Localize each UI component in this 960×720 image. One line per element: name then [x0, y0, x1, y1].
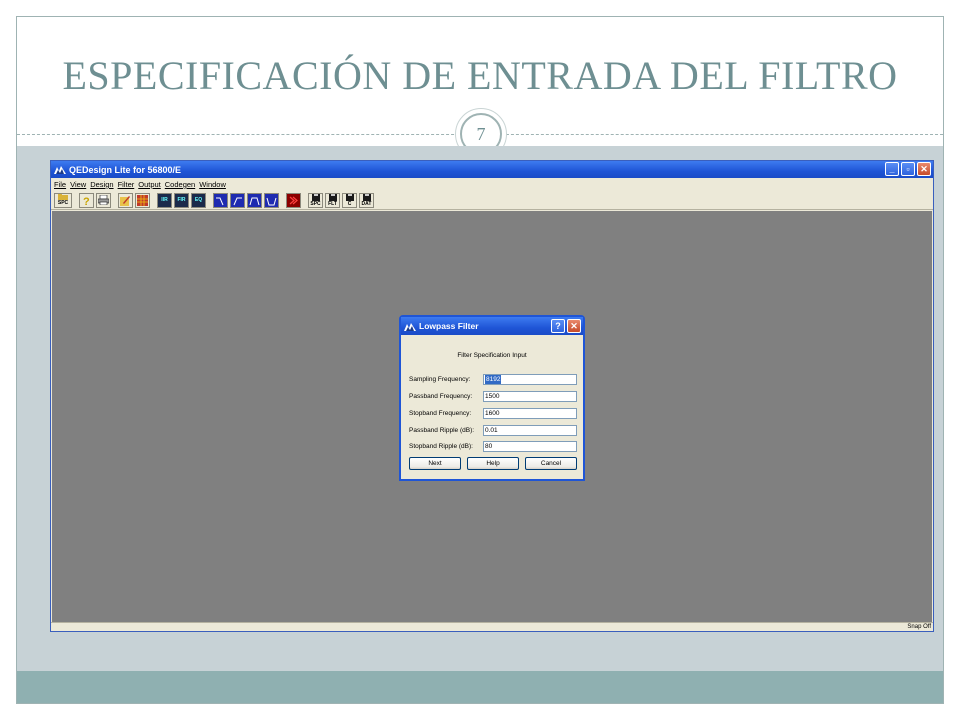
eq-button[interactable]: EQ: [191, 192, 206, 208]
save-c-button[interactable]: C: [342, 192, 357, 208]
passband-ripple-input[interactable]: 0.01: [483, 424, 577, 436]
lowpass-icon: [216, 197, 224, 205]
dialog-titlebar[interactable]: Lowpass Filter ? ✕: [401, 317, 583, 335]
bandstop-icon: [266, 197, 277, 205]
stopband-frequency-input[interactable]: 1600: [483, 407, 577, 419]
status-bar: Snap Off: [51, 622, 933, 631]
passband-ripple-row: Passband Ripple (dB): 0.01: [409, 424, 577, 436]
save-spc-button[interactable]: SPC: [308, 192, 323, 208]
dialog-help-button[interactable]: ?: [551, 319, 565, 333]
dialog-button-row: Next Help Cancel: [409, 457, 577, 470]
question-icon: ?: [555, 321, 561, 331]
stopband-frequency-label: Stopband Frequency:: [409, 409, 472, 417]
help-button[interactable]: Help: [467, 457, 519, 470]
passband-frequency-label: Passband Frequency:: [409, 392, 473, 400]
highpass-icon: [233, 197, 242, 205]
bandpass-icon: [249, 197, 260, 205]
passband-ripple-label: Passband Ripple (dB):: [409, 426, 475, 434]
spc-label: SPC: [57, 200, 69, 206]
stopband-ripple-row: Stopband Ripple (dB): 80: [409, 440, 577, 452]
disk-icon: [345, 193, 354, 201]
sampling-frequency-input[interactable]: 8192: [483, 373, 577, 385]
edit-tool-button[interactable]: [118, 192, 133, 208]
lowpass-button[interactable]: [213, 192, 228, 208]
menu-filter[interactable]: Filter: [118, 180, 135, 189]
printer-icon: [98, 195, 109, 205]
highpass-button[interactable]: [230, 192, 245, 208]
print-button[interactable]: [96, 192, 111, 208]
arrow-right-icon: [289, 196, 298, 204]
lowpass-filter-dialog: Lowpass Filter ? ✕ Filter Specification …: [399, 315, 585, 481]
restore-icon: ▫: [906, 164, 910, 174]
menu-view[interactable]: View: [70, 180, 86, 189]
fir-button[interactable]: FIR: [174, 192, 189, 208]
snap-status: Snap Off: [907, 624, 931, 630]
open-spc-button[interactable]: SPC: [54, 192, 72, 208]
minimize-button[interactable]: _: [885, 162, 899, 176]
menu-codegen[interactable]: Codegen: [165, 180, 195, 189]
close-button[interactable]: ✕: [917, 162, 931, 176]
dialog-heading: Filter Specification Input: [457, 352, 527, 359]
sampling-frequency-label: Sampling Frequency:: [409, 375, 471, 383]
dat-label: DAT: [361, 200, 372, 207]
sampling-frequency-row: Sampling Frequency: 8192: [409, 373, 577, 385]
disk-icon: [362, 193, 371, 201]
flt-label: FLT: [328, 200, 337, 207]
window-controls: _ ▫ ✕: [885, 162, 931, 176]
menu-window[interactable]: Window: [199, 180, 226, 189]
run-button[interactable]: [286, 192, 301, 208]
close-icon: ✕: [570, 320, 578, 331]
save-dat-button[interactable]: DAT: [359, 192, 374, 208]
dialog-logo-icon: [404, 321, 416, 331]
dialog-title: Lowpass Filter: [419, 321, 479, 331]
menu-bar: File View Design Filter Output Codegen W…: [51, 178, 933, 191]
save-flt-button[interactable]: FLT: [325, 192, 340, 208]
app-titlebar[interactable]: QEDesign Lite for 56800/E _ ▫ ✕: [51, 161, 933, 178]
footer-band: [17, 671, 943, 703]
dialog-controls: ? ✕: [551, 319, 581, 333]
bandpass-button[interactable]: [247, 192, 262, 208]
slide-title: ESPECIFICACIÓN DE ENTRADA DEL FILTRO: [62, 53, 898, 98]
stopband-frequency-row: Stopband Frequency: 1600: [409, 407, 577, 419]
restore-button[interactable]: ▫: [901, 162, 915, 176]
passband-frequency-row: Passband Frequency: 1500: [409, 390, 577, 402]
question-icon: ?: [83, 196, 90, 206]
passband-frequency-input[interactable]: 1500: [483, 390, 577, 402]
disk-icon: [328, 193, 337, 201]
spc-save-label: SPC: [310, 200, 321, 207]
iir-button[interactable]: IIR: [157, 192, 172, 208]
grid-tool-button[interactable]: [135, 192, 150, 208]
help-tool-button[interactable]: ?: [79, 192, 94, 208]
next-button[interactable]: Next: [409, 457, 461, 470]
sampling-frequency-value: 8192: [485, 374, 502, 384]
app-logo-icon: [54, 165, 66, 175]
grid-icon: [137, 194, 148, 206]
menu-design[interactable]: Design: [90, 180, 113, 189]
close-icon: ✕: [920, 163, 928, 174]
toolbar: SPC ? IIR FIR EQ SPC FLT C DAT: [51, 191, 933, 210]
c-label: C: [347, 200, 352, 207]
menu-file[interactable]: File: [54, 180, 66, 189]
minimize-icon: _: [889, 164, 895, 174]
disk-icon: [311, 193, 320, 201]
stopband-ripple-label: Stopband Ripple (dB):: [409, 442, 473, 450]
stopband-ripple-input[interactable]: 80: [483, 440, 577, 452]
bandstop-button[interactable]: [264, 192, 279, 208]
cancel-button[interactable]: Cancel: [525, 457, 577, 470]
svg-text:?: ?: [83, 196, 90, 206]
app-title: QEDesign Lite for 56800/E: [69, 164, 182, 175]
dialog-close-button[interactable]: ✕: [567, 319, 581, 333]
menu-output[interactable]: Output: [138, 180, 161, 189]
pencil-icon: [120, 195, 130, 206]
